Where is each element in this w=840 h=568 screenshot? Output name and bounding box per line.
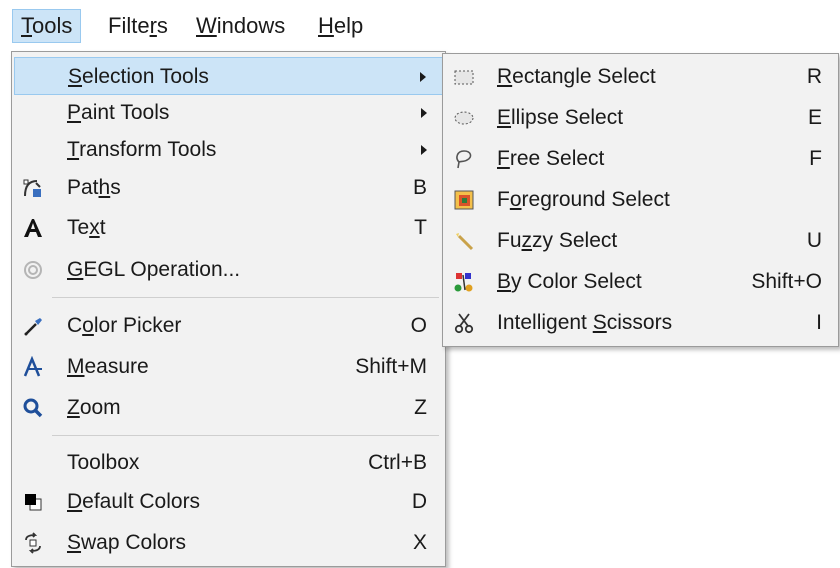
menu-item-intelligent-scissors[interactable]: Intelligent Scissors I	[445, 304, 836, 342]
shortcut: D	[411, 490, 427, 513]
menu-help[interactable]: Help	[310, 9, 371, 43]
submenu-arrow-icon	[420, 72, 426, 82]
shortcut: B	[412, 176, 427, 199]
menu-separator	[52, 435, 439, 436]
menu-item-transform-tools[interactable]: Transform Tools	[14, 131, 443, 169]
shortcut: Z	[414, 396, 427, 419]
shortcut: Shift+M	[355, 355, 427, 378]
shortcut: F	[809, 147, 822, 170]
color-picker-icon	[22, 315, 44, 337]
menu-windows[interactable]: Windows	[188, 9, 293, 43]
menu-item-text[interactable]: Text T	[14, 209, 443, 247]
shortcut: R	[806, 65, 822, 88]
submenu-arrow-icon	[421, 108, 427, 118]
measure-icon	[22, 356, 44, 378]
shortcut: I	[816, 311, 822, 334]
shortcut: X	[412, 531, 427, 554]
by-color-select-icon	[453, 271, 475, 293]
rectangle-select-icon	[453, 66, 475, 88]
menu-separator	[52, 297, 439, 298]
menu-item-foreground-select[interactable]: Foreground Select	[445, 181, 836, 219]
shortcut: T	[414, 216, 427, 239]
gegl-icon	[22, 259, 44, 281]
shortcut: O	[410, 314, 427, 337]
menu-tools[interactable]: Tools	[12, 9, 82, 43]
swap-colors-icon	[22, 532, 44, 554]
selection-tools-submenu: Rectangle Select R Ellipse Select E Free…	[442, 53, 839, 347]
text-icon	[22, 217, 44, 239]
paths-icon	[22, 177, 44, 199]
tools-menu: Selection Tools Paint Tools Transform To…	[11, 51, 446, 567]
menu-item-zoom[interactable]: Zoom Z	[14, 389, 443, 427]
menubar: Tools Filters Windows Help	[0, 0, 840, 52]
menu-item-gegl-operation[interactable]: GEGL Operation...	[14, 251, 443, 289]
menu-item-paint-tools[interactable]: Paint Tools	[14, 94, 443, 132]
shortcut: E	[807, 106, 822, 129]
free-select-icon	[453, 148, 475, 170]
submenu-arrow-icon	[421, 145, 427, 155]
ellipse-select-icon	[453, 107, 475, 129]
menu-item-paths[interactable]: Paths B	[14, 169, 443, 207]
menu-item-selection-tools[interactable]: Selection Tools	[14, 57, 443, 95]
menu-item-measure[interactable]: Measure Shift+M	[14, 348, 443, 386]
menu-item-ellipse-select[interactable]: Ellipse Select E	[445, 99, 836, 137]
menu-item-color-picker[interactable]: Color Picker O	[14, 307, 443, 345]
zoom-icon	[22, 397, 44, 419]
scissors-icon	[453, 312, 475, 334]
menu-item-swap-colors[interactable]: Swap Colors X	[14, 524, 443, 562]
foreground-select-icon	[453, 189, 475, 211]
menu-item-toolbox[interactable]: Toolbox Ctrl+B	[14, 444, 443, 482]
shortcut: Ctrl+B	[368, 451, 427, 474]
menu-filters[interactable]: Filters	[100, 9, 176, 43]
fuzzy-select-icon	[453, 230, 475, 252]
menu-item-free-select[interactable]: Free Select F	[445, 140, 836, 178]
menu-item-default-colors[interactable]: Default Colors D	[14, 483, 443, 521]
menu-item-fuzzy-select[interactable]: Fuzzy Select U	[445, 222, 836, 260]
default-colors-icon	[22, 491, 44, 513]
menu-item-rectangle-select[interactable]: Rectangle Select R	[445, 58, 836, 96]
menu-item-by-color-select[interactable]: By Color Select Shift+O	[445, 263, 836, 301]
shortcut: Shift+O	[751, 270, 822, 293]
shortcut: U	[806, 229, 822, 252]
